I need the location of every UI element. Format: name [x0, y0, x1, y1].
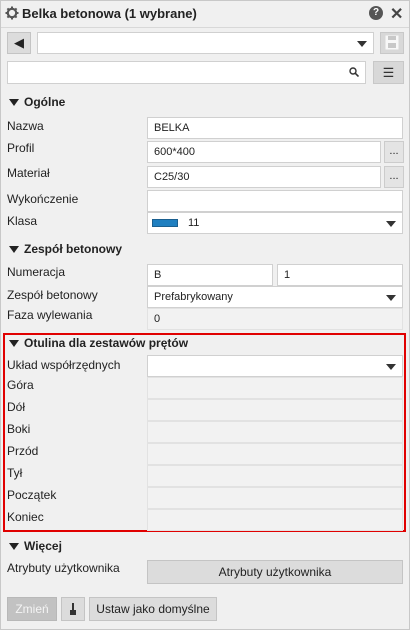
section-more-title: Więcej: [24, 539, 62, 553]
name-label: Nazwa: [7, 119, 44, 133]
section-cast-unit-header[interactable]: Zespół betonowy: [9, 242, 122, 256]
section-general-title: Ogólne: [24, 95, 66, 109]
brush-icon: [70, 603, 76, 615]
name-field[interactable]: BELKA: [147, 117, 403, 139]
cast-unit-select[interactable]: Prefabrykowany: [147, 286, 403, 308]
window-title: Belka betonowa (1 wybrane): [22, 6, 197, 21]
profile-label: Profil: [7, 141, 35, 155]
section-rebar-cover-title: Otulina dla zestawów prętów: [24, 336, 189, 350]
coord-system-label: Układ współrzędnych: [7, 358, 121, 372]
close-icon[interactable]: ✕: [390, 4, 403, 24]
class-value: 11: [188, 217, 200, 229]
collapse-triangle-icon: [9, 543, 19, 551]
collapse-triangle-icon: [9, 99, 19, 107]
bottom-cover-label: Dół: [7, 400, 26, 414]
start-cover-field[interactable]: [147, 487, 403, 509]
front-cover-label: Przód: [7, 444, 39, 458]
back-button[interactable]: ◀: [7, 32, 31, 54]
back-cover-label: Tył: [7, 466, 23, 480]
chevron-down-icon: [386, 295, 396, 301]
save-icon: [385, 35, 399, 50]
top-cover-label: Góra: [7, 378, 34, 392]
cast-unit-value: Prefabrykowany: [154, 291, 233, 303]
class-color-swatch: [152, 219, 178, 227]
material-field[interactable]: C25/30: [147, 166, 381, 188]
set-default-button[interactable]: Ustaw jako domyślne: [89, 597, 217, 621]
user-attributes-button[interactable]: Atrybuty użytkownika: [147, 560, 403, 584]
front-cover-field[interactable]: [147, 443, 403, 465]
profile-browse-button[interactable]: ...: [384, 141, 404, 163]
end-cover-label: Koniec: [7, 510, 44, 524]
save-button[interactable]: [380, 32, 404, 54]
start-cover-label: Początek: [7, 488, 57, 502]
finish-label: Wykończenie: [7, 192, 79, 206]
collapse-triangle-icon: [9, 246, 19, 254]
numbering-prefix-field[interactable]: B: [147, 264, 273, 286]
section-cast-unit-title: Zespół betonowy: [24, 242, 123, 256]
pick-button[interactable]: [61, 597, 85, 621]
top-cover-field[interactable]: [147, 377, 403, 399]
class-select[interactable]: 11: [147, 212, 403, 234]
bottom-cover-field[interactable]: [147, 399, 403, 421]
section-general-header[interactable]: Ogólne: [9, 95, 65, 109]
gear-icon[interactable]: [5, 6, 19, 20]
collapse-triangle-icon: [9, 340, 19, 348]
pour-phase-label: Faza wylewania: [7, 308, 93, 322]
preset-select[interactable]: [37, 32, 374, 54]
sides-cover-field[interactable]: [147, 421, 403, 443]
menu-button[interactable]: ☰: [373, 61, 404, 84]
cast-unit-label: Zespół betonowy: [7, 288, 98, 302]
finish-field[interactable]: [147, 190, 403, 212]
coord-system-select[interactable]: [147, 355, 403, 377]
chevron-down-icon: [386, 221, 396, 227]
material-label: Materiał: [7, 166, 50, 180]
material-browse-button[interactable]: ...: [384, 166, 404, 188]
section-more-header[interactable]: Więcej: [9, 539, 62, 553]
profile-field[interactable]: 600*400: [147, 141, 381, 163]
user-attributes-label: Atrybuty użytkownika: [7, 561, 120, 575]
modify-button[interactable]: Zmień: [7, 597, 57, 621]
numbering-label: Numeracja: [7, 265, 66, 279]
sides-cover-label: Boki: [7, 422, 31, 436]
chevron-down-icon: [357, 41, 367, 47]
class-label: Klasa: [7, 214, 38, 228]
search-input[interactable]: [7, 61, 366, 84]
end-cover-field[interactable]: [147, 509, 403, 531]
help-icon[interactable]: ?: [369, 6, 383, 20]
chevron-down-icon: [386, 364, 396, 370]
section-rebar-cover-header[interactable]: Otulina dla zestawów prętów: [9, 336, 188, 350]
back-cover-field[interactable]: [147, 465, 403, 487]
pour-phase-field[interactable]: 0: [147, 308, 403, 330]
numbering-start-field[interactable]: 1: [277, 264, 403, 286]
search-icon[interactable]: [349, 67, 359, 77]
